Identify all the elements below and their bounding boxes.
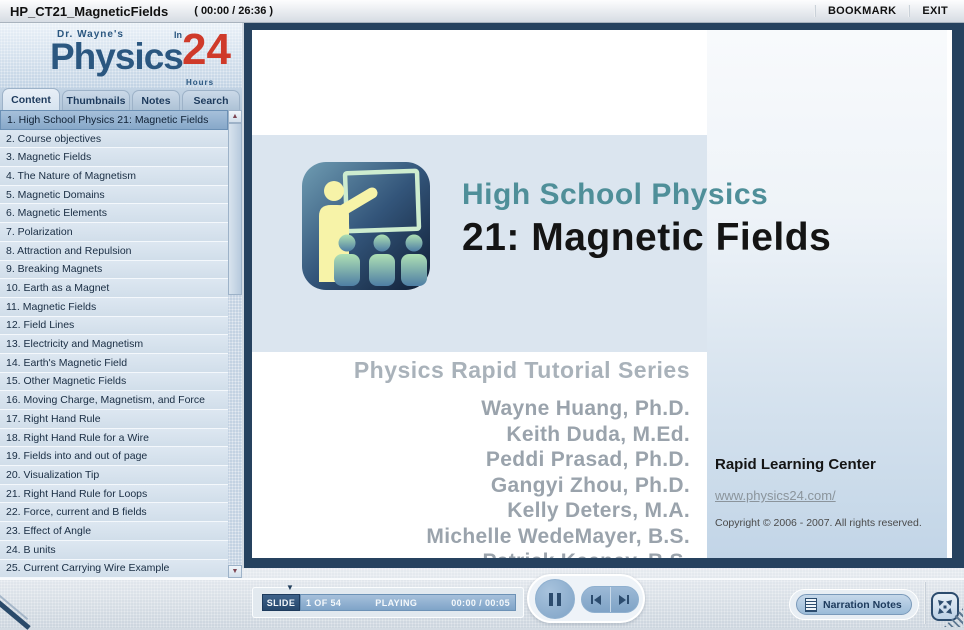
sidebar-tab[interactable]: Content: [2, 88, 60, 110]
next-icon: [619, 594, 627, 605]
author-name: Patrick Keeney, B.S.: [352, 549, 690, 558]
window-title: HP_CT21_MagneticFields: [10, 3, 169, 19]
toc-item[interactable]: 3. Magnetic Fields: [0, 148, 228, 168]
toc-item[interactable]: 16. Moving Charge, Magnetism, and Force: [0, 391, 228, 410]
toc-item[interactable]: 18. Right Hand Rule for a Wire: [0, 428, 228, 448]
author-name: Michelle WedeMayer, B.S.: [426, 524, 690, 548]
toc-list: 1. High School Physics 21: Magnetic Fiel…: [0, 110, 228, 579]
slide-title-course: High School Physics: [462, 178, 769, 211]
toc-item[interactable]: 19. Fields into and out of page: [0, 447, 228, 467]
divider: [813, 5, 816, 17]
toc-item[interactable]: 24. B units: [0, 540, 228, 560]
toc-item[interactable]: 21. Right Hand Rule for Loops: [0, 484, 228, 504]
playhead-icon[interactable]: ▼: [286, 584, 294, 592]
slide-time: 00:00 / 00:05: [451, 597, 510, 608]
pause-button[interactable]: [535, 579, 575, 619]
pause-icon: [557, 592, 561, 606]
bookmark-button[interactable]: BOOKMARK: [828, 5, 896, 17]
previous-slide-button[interactable]: [582, 587, 611, 612]
organization-block: Rapid Learning Center www.physics24.com/…: [715, 456, 940, 529]
seek-bar[interactable]: 1 OF 54 PLAYING 00:00 / 00:05: [300, 594, 516, 611]
toc-item[interactable]: 6. Magnetic Elements: [0, 204, 228, 224]
toc-item[interactable]: 25. Current Carrying Wire Example: [0, 559, 228, 579]
exit-button[interactable]: EXIT: [922, 5, 948, 17]
table-of-contents: 1. High School Physics 21: Magnetic Fiel…: [0, 110, 242, 579]
author-name: Gangyi Zhou, Ph.D.: [490, 473, 690, 497]
toc-item[interactable]: 15. Other Magnetic Fields: [0, 372, 228, 392]
sidebar: Dr. Wayne's Physics In 24 Hours Content T…: [0, 22, 242, 579]
slide-stage-frame: High School Physics 21: Magnetic Fields …: [244, 22, 964, 568]
next-slide-button[interactable]: [611, 587, 639, 612]
sidebar-tabs: Content Thumbnails Notes Search: [0, 88, 242, 110]
toc-item[interactable]: 5. Magnetic Domains: [0, 185, 228, 205]
toc-item[interactable]: 20. Visualization Tip: [0, 466, 228, 485]
skip-buttons: [581, 586, 639, 613]
scroll-down-icon[interactable]: ▼: [228, 565, 242, 578]
author-name: Wayne Huang, Ph.D.: [481, 397, 690, 420]
author-name: Kelly Deters, M.A.: [507, 499, 690, 522]
document-icon: [805, 597, 817, 612]
divider: [924, 582, 926, 624]
slide-title-chapter: 21: Magnetic Fields: [462, 216, 832, 259]
fullscreen-icon: [938, 599, 952, 614]
logo-hours-text: Hours: [186, 78, 215, 87]
sidebar-tab[interactable]: Notes: [132, 90, 180, 110]
logo-main-text: Physics: [50, 36, 184, 77]
sidebar-tab[interactable]: Thumbnails: [62, 90, 130, 110]
progress-group: ▼ SLIDE 1 OF 54 PLAYING 00:00 / 00:05: [252, 584, 524, 618]
logo-in-text: In: [174, 30, 182, 40]
previous-icon: [590, 595, 593, 604]
narration-notes-button[interactable]: Narration Notes: [796, 594, 912, 615]
toc-item[interactable]: 8. Attraction and Repulsion: [0, 241, 228, 261]
scroll-up-icon[interactable]: ▲: [228, 110, 242, 123]
copyright-text: Copyright © 2006 - 2007. All rights rese…: [715, 517, 922, 529]
logo: Dr. Wayne's Physics In 24 Hours: [0, 22, 242, 88]
toc-item[interactable]: 10. Earth as a Magnet: [0, 279, 228, 298]
total-time: ( 00:00 / 26:36 ): [194, 5, 274, 17]
slide-position: 1 OF 54: [306, 597, 342, 608]
toc-item[interactable]: 17. Right Hand Rule: [0, 410, 228, 429]
teacher-classroom-icon: [302, 162, 430, 290]
divider: [908, 5, 911, 17]
scrollbar-thumb[interactable]: [228, 123, 242, 295]
toc-item[interactable]: 9. Breaking Magnets: [0, 260, 228, 280]
divider: [0, 578, 964, 580]
playback-controls: [527, 574, 645, 623]
corner-decoration: [0, 599, 31, 630]
toc-item[interactable]: 1. High School Physics 21: Magnetic Fiel…: [0, 110, 228, 130]
toc-item[interactable]: 22. Force, current and B fields: [0, 503, 228, 523]
org-name: Rapid Learning Center: [715, 456, 876, 473]
notes-button-well: Narration Notes: [789, 589, 919, 620]
toc-scrollbar[interactable]: ▲ ▼: [228, 110, 242, 578]
toc-item[interactable]: 23. Effect of Angle: [0, 522, 228, 541]
org-url-link[interactable]: www.physics24.com/: [715, 488, 836, 503]
title-bar: HP_CT21_MagneticFields ( 00:00 / 26:36 )…: [0, 0, 964, 23]
sidebar-tab[interactable]: Search: [182, 90, 240, 110]
slide-label: SLIDE: [262, 594, 300, 611]
app-window: HP_CT21_MagneticFields ( 00:00 / 26:36 )…: [0, 0, 964, 630]
toc-item[interactable]: 12. Field Lines: [0, 316, 228, 336]
toc-item[interactable]: 4. The Nature of Magnetism: [0, 167, 228, 186]
slide-canvas: High School Physics 21: Magnetic Fields …: [252, 30, 952, 558]
playback-status: PLAYING: [375, 597, 418, 608]
logo-number: 24: [182, 25, 231, 74]
toc-item[interactable]: 2. Course objectives: [0, 129, 228, 149]
series-subtitle: Physics Rapid Tutorial Series: [353, 357, 690, 383]
authors-list: Wayne Huang, Ph.D. Keith Duda, M.Ed. Peddi…: [352, 396, 690, 558]
author-name: Keith Duda, M.Ed.: [506, 422, 690, 446]
toc-item[interactable]: 14. Earth's Magnetic Field: [0, 353, 228, 373]
author-name: Peddi Prasad, Ph.D.: [485, 448, 690, 471]
toc-item[interactable]: 11. Magnetic Fields: [0, 297, 228, 317]
toc-item[interactable]: 7. Polarization: [0, 223, 228, 242]
pause-icon: [549, 592, 553, 606]
toc-item[interactable]: 13. Electricity and Magnetism: [0, 335, 228, 354]
